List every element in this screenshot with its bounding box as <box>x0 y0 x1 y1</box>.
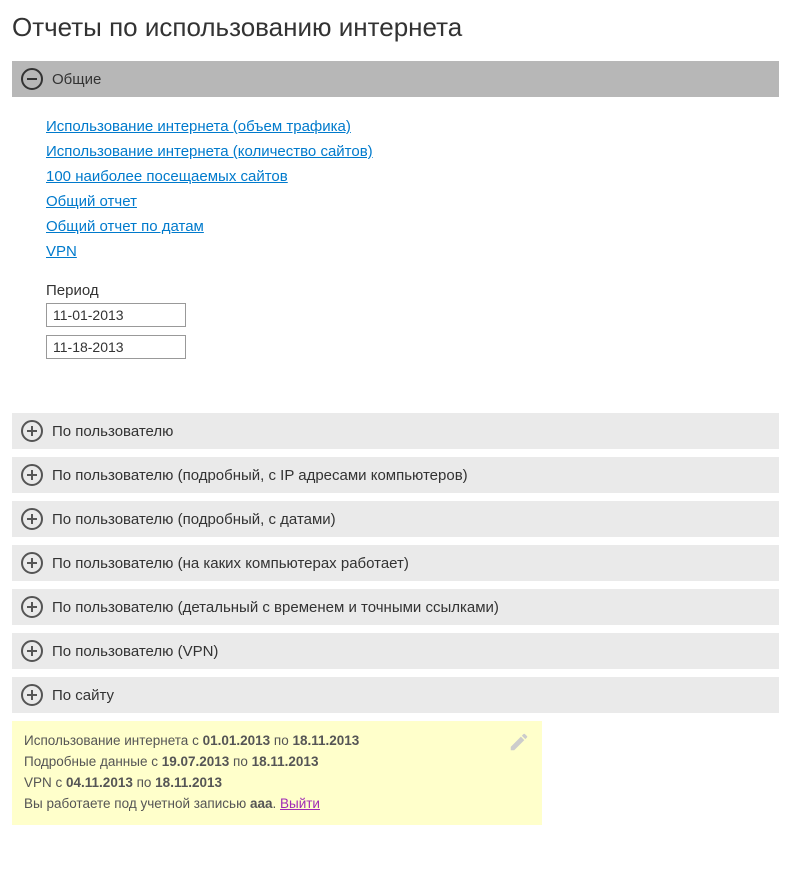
minus-circle-icon <box>20 67 44 91</box>
date-from-input[interactable] <box>46 303 186 327</box>
section-title: По пользователю (подробный, с датами) <box>52 511 336 528</box>
plus-circle-icon <box>20 639 44 663</box>
section-title: По пользователю (подробный, с IP адресам… <box>52 467 468 484</box>
plus-circle-icon <box>20 595 44 619</box>
section-title: Общие <box>52 71 101 88</box>
info-box: Использование интернета с 01.01.2013 по … <box>12 721 542 825</box>
section-header-by-user-ip[interactable]: По пользователю (подробный, с IP адресам… <box>12 457 779 493</box>
report-link-list: Использование интернета (объем трафика) … <box>46 115 779 264</box>
section-header-by-user[interactable]: По пользователю <box>12 413 779 449</box>
info-line-account: Вы работаете под учетной записью aaa. Вы… <box>24 794 530 815</box>
pencil-icon[interactable] <box>508 731 530 760</box>
section-title: По пользователю <box>52 423 173 440</box>
logout-link[interactable]: Выйти <box>280 796 320 811</box>
info-line-vpn: VPN с 04.11.2013 по 18.11.2013 <box>24 773 530 794</box>
link-site-count[interactable]: Использование интернета (количество сайт… <box>46 140 779 164</box>
section-title: По пользователю (VPN) <box>52 643 218 660</box>
section-body-general: Использование интернета (объем трафика) … <box>12 101 779 387</box>
plus-circle-icon <box>20 507 44 531</box>
link-top-100-sites[interactable]: 100 наиболее посещаемых сайтов <box>46 165 779 189</box>
section-header-by-user-computers[interactable]: По пользователю (на каких компьютерах ра… <box>12 545 779 581</box>
plus-circle-icon <box>20 551 44 575</box>
page-title: Отчеты по использованию интернета <box>12 12 779 43</box>
section-title: По пользователю (на каких компьютерах ра… <box>52 555 409 572</box>
link-general-report[interactable]: Общий отчет <box>46 190 779 214</box>
info-line-details: Подробные данные с 19.07.2013 по 18.11.2… <box>24 752 530 773</box>
section-title: По пользователю (детальный с временем и … <box>52 599 499 616</box>
section-title: По сайту <box>52 687 114 704</box>
plus-circle-icon <box>20 419 44 443</box>
link-general-report-by-date[interactable]: Общий отчет по датам <box>46 215 779 239</box>
period-label: Период <box>46 282 779 299</box>
section-header-by-user-vpn[interactable]: По пользователю (VPN) <box>12 633 779 669</box>
link-vpn[interactable]: VPN <box>46 240 779 264</box>
link-traffic-volume[interactable]: Использование интернета (объем трафика) <box>46 115 779 139</box>
section-header-by-user-detailed[interactable]: По пользователю (детальный с временем и … <box>12 589 779 625</box>
section-header-general[interactable]: Общие <box>12 61 779 97</box>
date-to-input[interactable] <box>46 335 186 359</box>
section-header-by-user-dates[interactable]: По пользователю (подробный, с датами) <box>12 501 779 537</box>
info-line-usage: Использование интернета с 01.01.2013 по … <box>24 731 530 752</box>
plus-circle-icon <box>20 463 44 487</box>
plus-circle-icon <box>20 683 44 707</box>
section-header-by-site[interactable]: По сайту <box>12 677 779 713</box>
